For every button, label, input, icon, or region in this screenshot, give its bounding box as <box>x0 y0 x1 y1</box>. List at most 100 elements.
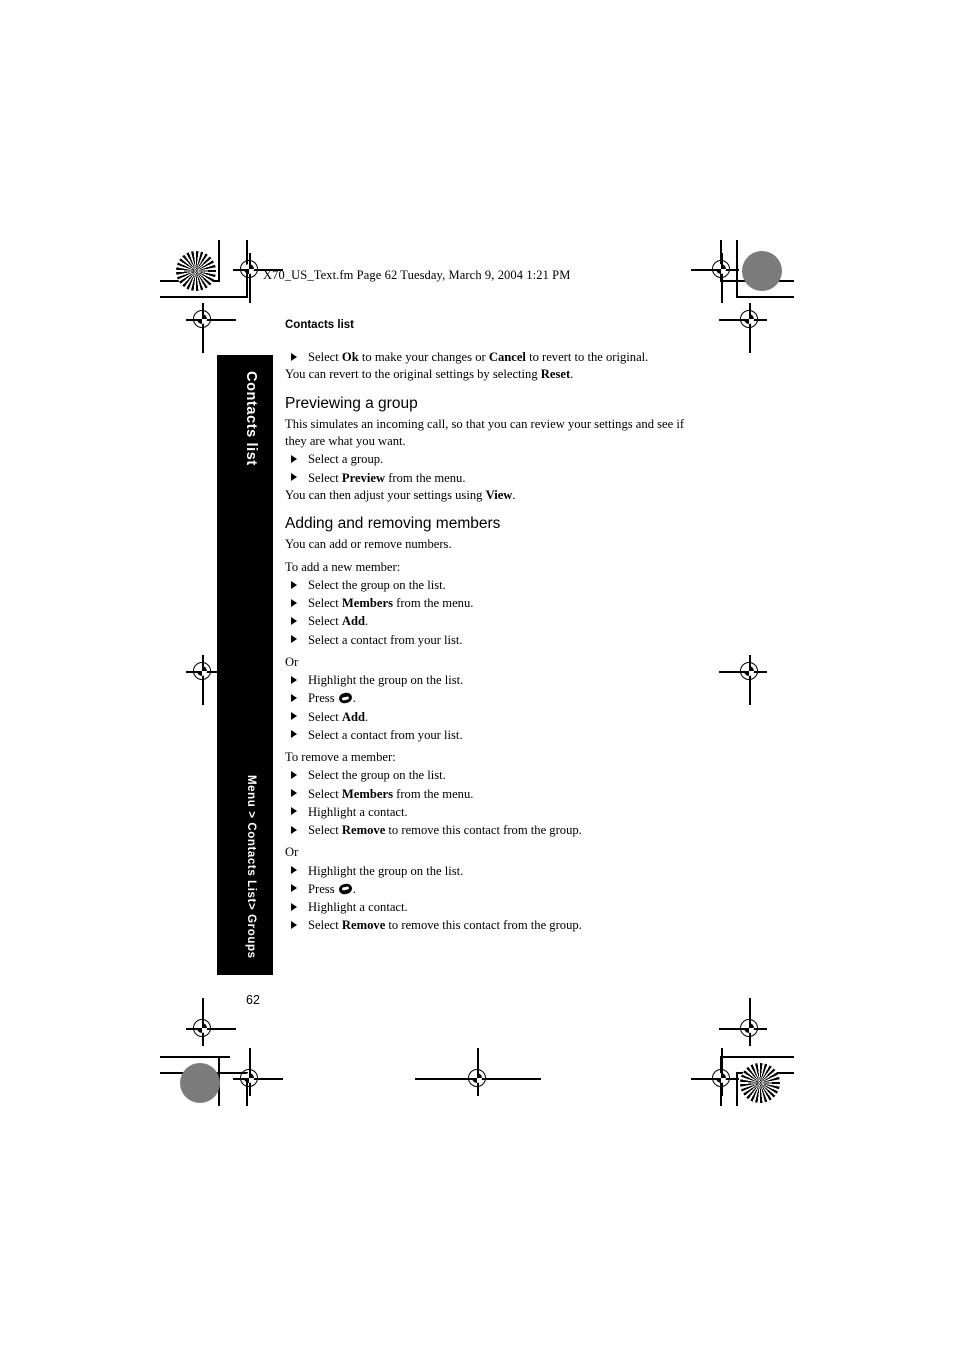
list-item-text-post: . <box>352 691 356 706</box>
bullet-triangle-icon <box>291 454 297 463</box>
list-item: Highlight the group on the list. <box>285 671 685 689</box>
crop-mark-line <box>736 296 794 298</box>
bullet-triangle-icon <box>291 884 297 893</box>
list-item-text-post: to revert to the original. <box>525 350 649 364</box>
list-item-text-pre: Select <box>308 823 342 838</box>
registration-mark <box>719 655 767 705</box>
list-item-text-pre: Select <box>308 350 342 364</box>
bullet-triangle-icon <box>291 712 297 721</box>
registration-mark <box>186 655 236 705</box>
registration-mark <box>719 998 767 1046</box>
paragraph-bold-term: Reset <box>540 367 571 382</box>
bullet-triangle-icon <box>291 866 297 875</box>
bullet-triangle-icon <box>291 473 297 482</box>
page-number: 62 <box>246 993 260 1007</box>
bullet-triangle-icon <box>291 730 297 739</box>
bullet-triangle-icon <box>291 598 297 607</box>
bullet-triangle-icon <box>291 635 297 644</box>
list-item-text-post: from the menu. <box>392 596 474 611</box>
list-item-text-post: from the menu. <box>392 786 474 801</box>
list-item-text-pre: Highlight the group on the list. <box>308 673 464 688</box>
paragraph-text-pre: You can revert to the original settings … <box>285 367 541 382</box>
list-item-text-pre: Highlight the group on the list. <box>308 863 464 878</box>
running-head: Contacts list <box>285 319 355 331</box>
list-item-text-post: to remove this contact from the group. <box>385 918 582 933</box>
list-item-bold-term: Preview <box>341 470 386 485</box>
menu-key-icon <box>337 882 353 896</box>
bullet-triangle-icon <box>291 825 297 834</box>
list-item-text-pre: Highlight a contact. <box>308 804 408 819</box>
list-item-bold-term: Add <box>341 709 366 724</box>
paragraph-label-add: To add a new member: <box>285 559 401 574</box>
list-item-text-pre: Press <box>308 881 338 896</box>
list-item: Select a group. <box>285 450 685 468</box>
bullet-triangle-icon <box>291 580 297 589</box>
list-item: Select a contact from your list. <box>285 631 685 649</box>
list-item: Press . <box>285 689 685 707</box>
list-item-text-mid: to make your changes or <box>358 350 489 364</box>
list-item: Highlight a contact. <box>285 803 685 821</box>
list-item-text-pre: Select <box>308 786 342 801</box>
list-item-text-pre: Select <box>308 614 342 629</box>
screen-density-patch <box>176 251 216 291</box>
registration-mark <box>233 1048 283 1096</box>
registration-mark <box>186 998 236 1046</box>
list-item: Press . <box>285 880 685 898</box>
list-item-bold-term: Remove <box>341 918 386 933</box>
section-heading-previewing-a-group: Previewing a group <box>285 394 418 412</box>
bullet-triangle-icon <box>291 920 297 929</box>
bullet-triangle-icon <box>291 675 297 684</box>
paragraph: You can revert to the original settings … <box>285 366 685 383</box>
bullet-triangle-icon <box>291 352 297 361</box>
list-item-text-pre: Select the group on the list. <box>308 768 446 783</box>
list-item-text-pre: Select <box>308 596 342 611</box>
paragraph-text-pre: You can then adjust your settings using <box>285 487 486 502</box>
list-item: Select Ok to make your changes or Cancel… <box>285 348 685 366</box>
list-item-text-pre: Select a group. <box>308 452 384 467</box>
list-item-text-pre: Press <box>308 691 338 706</box>
list-item-bold-term: Ok <box>341 350 359 364</box>
bullet-triangle-icon <box>291 693 297 702</box>
list-item: Select the group on the list. <box>285 576 685 594</box>
filemaker-header-stamp: X70_US_Text.fm Page 62 Tuesday, March 9,… <box>263 268 571 282</box>
crop-mark-line <box>722 1056 794 1058</box>
list-item: Select Members from the menu. <box>285 785 685 803</box>
list-item-text-pre: Select a contact from your list. <box>308 727 463 742</box>
list-item-text-pre: Select <box>308 470 342 485</box>
paragraph-label-or: Or <box>285 654 299 669</box>
list-item: Highlight the group on the list. <box>285 862 685 880</box>
bullet-triangle-icon <box>291 616 297 625</box>
section-heading-adding-and-removing-members: Adding and removing members <box>285 515 501 533</box>
list-item-text-pre: Select the group on the list. <box>308 578 446 593</box>
list-item: Select Remove to remove this contact fro… <box>285 916 685 934</box>
paragraph-label-remove: To remove a member: <box>285 750 396 765</box>
list-item: Highlight a contact. <box>285 898 685 916</box>
crop-mark-line <box>160 296 248 298</box>
list-item-text-post: . <box>365 614 369 629</box>
list-item-bold-term: Remove <box>341 823 386 838</box>
list-item-bold-term: Cancel <box>488 350 526 364</box>
bullet-triangle-icon <box>291 770 297 779</box>
list-item: Select Remove to remove this contact fro… <box>285 821 685 839</box>
bullet-triangle-icon <box>291 902 297 911</box>
list-item-text-post: from the menu. <box>385 470 466 485</box>
menu-key-icon <box>337 692 353 705</box>
list-item-text-pre: Highlight a contact. <box>308 900 408 915</box>
registration-mark <box>233 253 283 303</box>
list-item-bold-term: Members <box>341 786 393 801</box>
registration-mark <box>691 253 739 303</box>
list-item: Select a contact from your list. <box>285 726 685 744</box>
page-body: Select Ok to make your changes or Cancel… <box>285 348 685 935</box>
paragraph-text-post: . <box>512 487 516 502</box>
paragraph: You can then adjust your settings using … <box>285 487 685 504</box>
screen-density-patch <box>740 1063 780 1103</box>
bullet-triangle-icon <box>291 789 297 798</box>
solid-density-patch <box>180 1063 220 1103</box>
paragraph-label-or: Or <box>285 845 299 860</box>
paragraph-bold-term: View <box>485 487 513 502</box>
solid-density-patch <box>742 251 782 291</box>
paragraph: This simulates an incoming call, so that… <box>285 416 685 449</box>
paragraph: You can add or remove numbers. <box>285 537 452 552</box>
crop-mark-line <box>218 240 220 282</box>
list-item: Select Members from the menu. <box>285 594 685 612</box>
